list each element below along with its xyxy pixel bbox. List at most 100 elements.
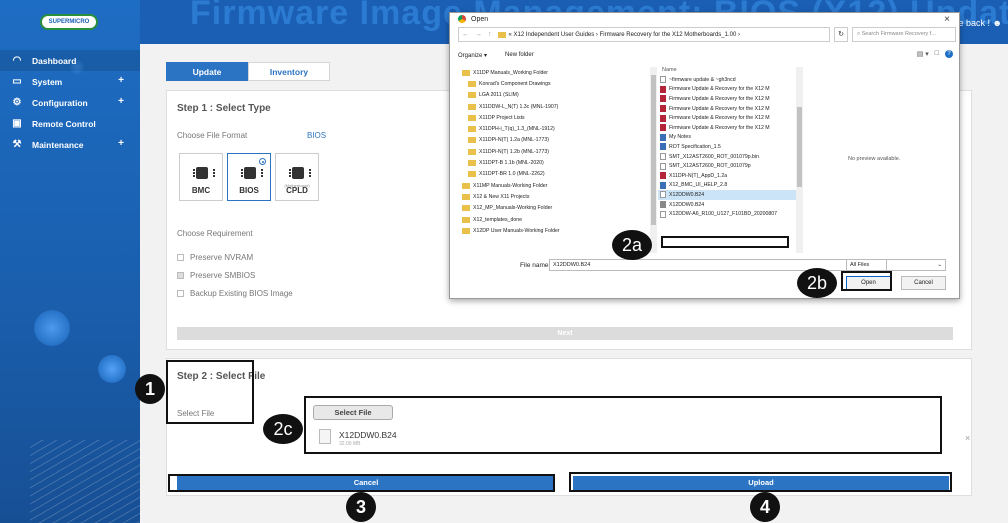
search-input[interactable]: ⌕ Search Firmware Recovery f...: [852, 27, 956, 42]
dialog-title: Open: [471, 15, 489, 23]
tree-item[interactable]: X11DPT-BR 1.0 (MNL-2262): [456, 169, 656, 180]
file-row[interactable]: Firmware Update & Recovery for the X12 M: [658, 123, 796, 133]
callout-4: 4: [750, 492, 780, 522]
preserve-nvram-checkbox[interactable]: Preserve NVRAM: [177, 253, 253, 262]
file-row[interactable]: SMT_X12AST2600_ROT_001079p.bin: [658, 152, 796, 162]
file-row[interactable]: Firmware Update & Recovery for the X12 M: [658, 113, 796, 123]
chrome-icon: [458, 15, 466, 23]
file-icon: [660, 210, 666, 218]
file-row[interactable]: X12DDW0.B24: [658, 200, 796, 210]
forward-icon[interactable]: →: [475, 31, 482, 38]
next-button[interactable]: Next: [177, 327, 953, 340]
format-name: BIOS: [239, 186, 259, 195]
scroll-thumb[interactable]: [651, 75, 656, 225]
decor-orb: [34, 310, 70, 346]
back-icon[interactable]: ←: [462, 31, 469, 38]
refresh-icon[interactable]: ↻: [834, 27, 848, 42]
tree-item[interactable]: X12_templates_done: [456, 214, 656, 225]
file-row[interactable]: ~firmware update & ~gh3ncd: [658, 75, 796, 85]
tree-item[interactable]: X11DPi-N(T) 1.2a (MNL-1773): [456, 135, 656, 146]
breadcrumb-1[interactable]: X12 Independent User Guides: [514, 32, 595, 38]
tree-item[interactable]: X11DDW-L_N(T) 1.3c (MNL-1907): [456, 101, 656, 112]
view-icon[interactable]: ▤ ▾: [917, 50, 929, 58]
tree-scrollbar[interactable]: [650, 67, 657, 253]
dialog-cancel-button[interactable]: Cancel: [901, 276, 946, 290]
tab-inventory[interactable]: Inventory: [248, 62, 330, 81]
sidebar-item-maintenance[interactable]: ⚒ Maintenance +: [0, 134, 140, 155]
sidebar-item-dashboard[interactable]: ◠ Dashboard: [0, 50, 140, 71]
wrench-icon: ⚒: [12, 139, 22, 150]
tree-item[interactable]: X11MP Manuals-Working Folder: [456, 180, 656, 191]
column-header-name[interactable]: Name: [658, 67, 796, 75]
file-row[interactable]: Firmware Update & Recovery for the X12 M: [658, 85, 796, 95]
file-name-label: File name:: [520, 262, 551, 269]
file-list-scrollbar[interactable]: [796, 67, 803, 253]
tree-item-label: X12_MP_Manuals-Working Folder: [473, 205, 553, 212]
file-name-input[interactable]: X12DDW0.B24: [549, 259, 887, 271]
chevron-down-icon: ⌄: [937, 262, 942, 268]
new-folder-button[interactable]: New folder: [505, 52, 534, 59]
tree-item[interactable]: X11DPH-i_T(q)_1.3_(MNL-1912): [456, 123, 656, 134]
file-row-selected[interactable]: X12DDW0.B24: [658, 190, 796, 200]
tree-item-label: Konrad's Component Drawings: [479, 80, 551, 87]
file-row[interactable]: X12_BMC_UI_HELP_2.8: [658, 181, 796, 191]
preview-pane-icon[interactable]: □: [935, 50, 939, 58]
format-name: BMC: [191, 186, 211, 195]
tree-item[interactable]: Konrad's Component Drawings: [456, 78, 656, 89]
scroll-thumb[interactable]: [797, 107, 802, 187]
sidebar-item-label: Configuration: [32, 97, 88, 108]
file-row[interactable]: SMT_X12AST2600_ROT_001079p: [658, 161, 796, 171]
file-row-name: Firmware Update & Recovery for the X12 M: [669, 115, 770, 122]
tree-item[interactable]: X12 & New X11 Projects: [456, 191, 656, 202]
format-name: CPLD: [286, 186, 308, 195]
tree-item-label: X11DPi-N(T) 1.2b (MNL-1773): [479, 148, 549, 155]
help-icon[interactable]: ?: [945, 50, 953, 58]
folder-icon: [468, 103, 476, 110]
sidebar-item-system[interactable]: ▭ System +: [0, 71, 140, 92]
chip-icon: [241, 167, 263, 179]
preserve-smbios-checkbox[interactable]: Preserve SMBIOS: [177, 271, 255, 280]
tree-item-label: X12DP User Manuals-Working Folder: [473, 227, 560, 234]
file-icon: [660, 201, 666, 209]
file-row-name: Firmware Update & Recovery for the X12 M: [669, 95, 770, 102]
tree-item[interactable]: X11DP Project Lists: [456, 112, 656, 123]
folder-icon: [468, 114, 476, 121]
file-row[interactable]: X11DPi-N(T)_AppD_1.2a: [658, 171, 796, 181]
backup-bios-checkbox[interactable]: Backup Existing BIOS Image: [177, 289, 293, 298]
file-row[interactable]: ROT Specification_1.5: [658, 142, 796, 152]
callout-3: 3: [346, 492, 376, 522]
file-row[interactable]: X12DDW-A6_R100_U127_F101BD_20200807: [658, 209, 796, 219]
file-type-select[interactable]: All Files ⌄: [846, 259, 946, 271]
tree-item[interactable]: X11DPT-B 1.1b (MNL-2020): [456, 157, 656, 168]
folder-icon: [468, 137, 476, 144]
remove-file-icon[interactable]: ×: [965, 433, 970, 443]
tree-item[interactable]: X12_MP_Manuals-Working Folder: [456, 203, 656, 214]
close-icon[interactable]: ×: [944, 14, 950, 25]
highlight-file: [304, 396, 942, 454]
file-row-name: ROT Specification_1.5: [669, 143, 721, 150]
file-row[interactable]: Firmware Update & Recovery for the X12 M: [658, 94, 796, 104]
tree-item[interactable]: X11DPi-N(T) 1.2b (MNL-1773): [456, 146, 656, 157]
tab-update[interactable]: Update: [166, 62, 248, 81]
sidebar-item-remote-control[interactable]: ▣ Remote Control: [0, 113, 140, 134]
welcome-user[interactable]: ne back ! ☻: [953, 18, 1002, 28]
format-bmc-card[interactable]: BMC: [179, 153, 223, 201]
folder-icon: [462, 216, 470, 223]
highlight-upload: [569, 472, 952, 492]
format-cpld-card[interactable]: (Motherboard) CPLD: [275, 153, 319, 201]
breadcrumb-sep: ›: [738, 31, 740, 38]
tree-item[interactable]: LGA 2011 (SLIM): [456, 90, 656, 101]
sidebar-item-configuration[interactable]: ⚙ Configuration +: [0, 92, 140, 113]
file-row-name: SMT_X12AST2600_ROT_001079p.bin: [669, 153, 759, 160]
up-icon[interactable]: ↑: [488, 31, 492, 38]
remote-icon: ▣: [12, 118, 22, 129]
folder-icon: [462, 69, 470, 76]
file-row[interactable]: My Notes: [658, 133, 796, 143]
file-row-name: ~firmware update & ~gh3ncd: [669, 76, 736, 83]
file-row[interactable]: Firmware Update & Recovery for the X12 M: [658, 104, 796, 114]
tree-item[interactable]: X11DP Manuals_Working Folder: [456, 67, 656, 78]
breadcrumb-2[interactable]: Firmware Recovery for the X12 Motherboar…: [600, 32, 737, 38]
format-bios-card[interactable]: BIOS: [227, 153, 271, 201]
address-bar[interactable]: ← → ↑ « X12 Independent User Guides › Fi…: [458, 27, 830, 42]
organize-menu[interactable]: Organize ▾: [458, 52, 487, 59]
